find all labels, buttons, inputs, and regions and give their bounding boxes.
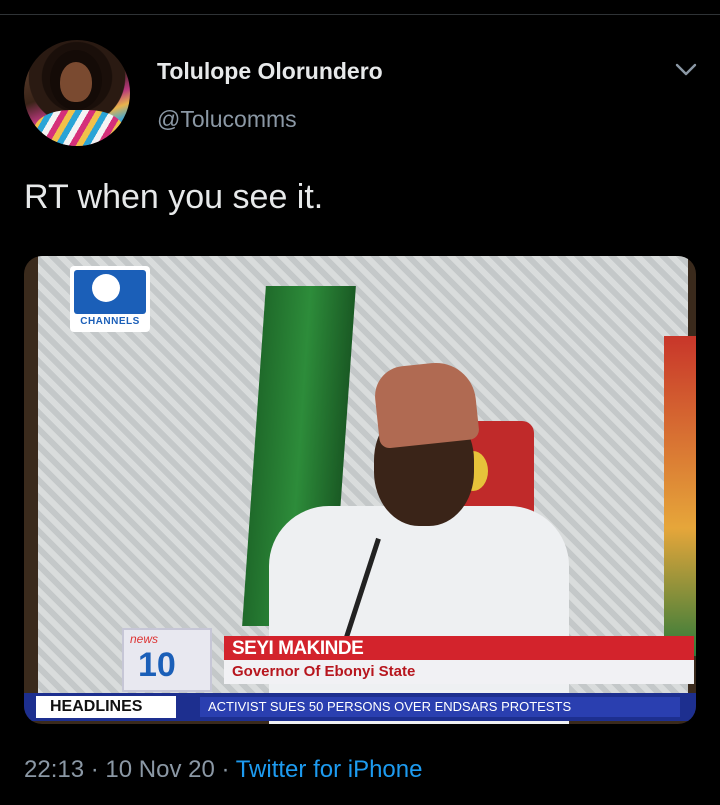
lower-third-title: Governor Of Ebonyi State [232, 663, 416, 680]
lower-third-name: SEYI MAKINDE [232, 638, 364, 659]
news-badge-top: news [130, 632, 159, 646]
chevron-down-icon[interactable] [674, 60, 698, 80]
ticker-text-box: ACTIVIST SUES 50 PERSONS OVER ENDSARS PR… [200, 697, 680, 717]
tweet-source-link[interactable]: Twitter for iPhone [236, 756, 423, 783]
channels-logo-text: CHANNELS [80, 316, 140, 327]
tweet-media-image[interactable]: CHANNELS news 10 SEYI MAKINDE Governor O… [24, 256, 696, 724]
avatar[interactable] [24, 40, 130, 146]
globe-icon [92, 274, 120, 302]
news-badge-number: 10 [138, 646, 176, 684]
news-ticker: HEADLINES ACTIVIST SUES 50 PERSONS OVER … [24, 693, 696, 721]
person-body [269, 506, 569, 724]
tweet-text: RT when you see it. [24, 178, 324, 216]
top-divider [0, 14, 720, 15]
tweet-meta: 22:13 · 10 Nov 20 · Twitter for iPhone [24, 756, 422, 784]
lower-third-title-bar: Governor Of Ebonyi State [224, 660, 694, 684]
meta-separator: · [221, 756, 230, 783]
channels-logo: CHANNELS [70, 266, 150, 332]
author-handle[interactable]: @Tolucomms [157, 106, 297, 133]
tweet-date[interactable]: 10 Nov 20 [105, 756, 214, 783]
state-flag [664, 336, 696, 656]
ticker-label-box: HEADLINES [36, 696, 176, 718]
ticker-label: HEADLINES [50, 698, 143, 715]
avatar-face [60, 62, 92, 102]
author-name[interactable]: Tolulope Olorundero [157, 58, 383, 85]
tv-screen: CHANNELS news 10 SEYI MAKINDE Governor O… [24, 256, 696, 724]
avatar-dress [34, 110, 124, 146]
meta-separator: · [90, 756, 99, 783]
tweet-time[interactable]: 22:13 [24, 756, 84, 783]
ticker-text: ACTIVIST SUES 50 PERSONS OVER ENDSARS PR… [208, 699, 572, 714]
news-badge: news 10 [122, 628, 212, 692]
lower-third-name-bar: SEYI MAKINDE [224, 636, 694, 660]
